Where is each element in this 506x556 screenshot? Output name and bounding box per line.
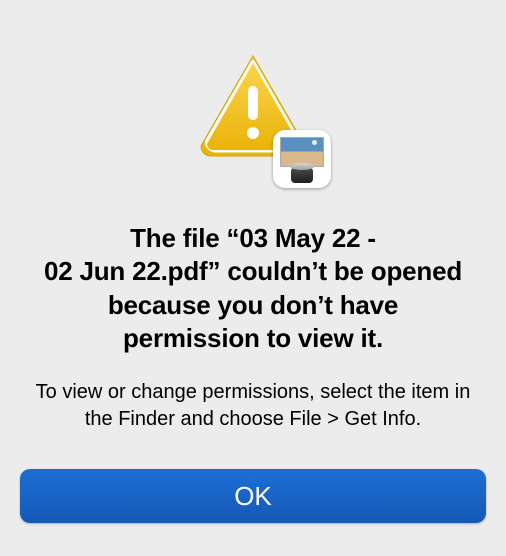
permission-error-dialog: The file “03 May 22 - 02 Jun 22.pdf” cou…: [0, 0, 506, 556]
loupe-icon: [291, 163, 313, 183]
dialog-title: The file “03 May 22 - 02 Jun 22.pdf” cou…: [20, 222, 486, 355]
dialog-icon-group: [183, 50, 323, 180]
ok-button[interactable]: OK: [20, 469, 486, 523]
preview-app-icon: [273, 130, 331, 188]
dialog-message: To view or change permissions, select th…: [20, 379, 486, 433]
